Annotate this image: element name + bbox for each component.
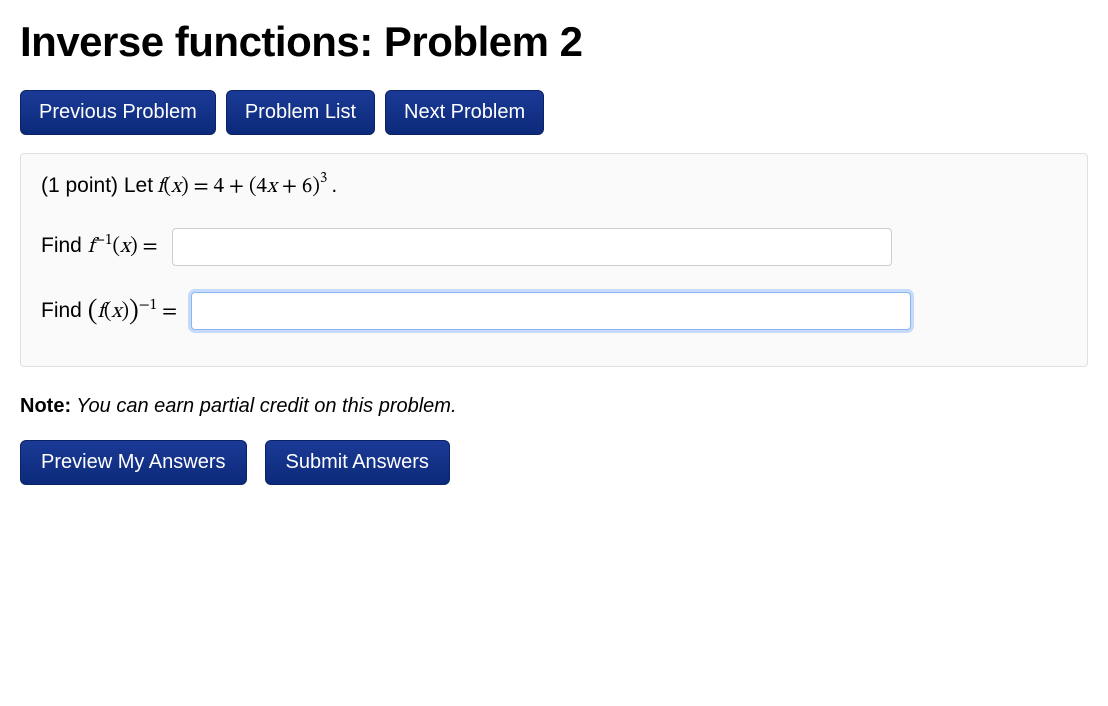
note-label: Note: xyxy=(20,395,71,417)
answer-row-1: Find f−1(x) = xyxy=(41,228,1067,266)
nav-buttons: Previous Problem Problem List Next Probl… xyxy=(20,90,1088,135)
next-problem-button[interactable]: Next Problem xyxy=(385,90,544,135)
page-title: Inverse functions: Problem 2 xyxy=(20,18,1088,66)
preview-answers-button[interactable]: Preview My Answers xyxy=(20,440,247,485)
points-text: (1 point) Let xyxy=(41,174,153,198)
answer-input-1[interactable] xyxy=(172,228,892,266)
answer2-label: Find (f(x))−1 = xyxy=(41,294,177,328)
answer1-label: Find f−1(x) = xyxy=(41,234,158,260)
statement-period: . xyxy=(331,174,337,198)
problem-list-button[interactable]: Problem List xyxy=(226,90,375,135)
previous-problem-button[interactable]: Previous Problem xyxy=(20,90,216,135)
action-buttons: Preview My Answers Submit Answers xyxy=(20,440,1088,485)
answer-row-2: Find (f(x))−1 = xyxy=(41,292,1067,330)
note: Note: You can earn partial credit on thi… xyxy=(20,395,1088,418)
problem-box: (1 point) Let f(x) = 4 + (4x + 6)3 . Fin… xyxy=(20,153,1088,367)
note-text: You can earn partial credit on this prob… xyxy=(71,395,456,417)
problem-statement: (1 point) Let f(x) = 4 + (4x + 6)3 . xyxy=(41,174,1067,200)
submit-answers-button[interactable]: Submit Answers xyxy=(265,440,450,485)
function-definition-math: f(x) = 4 + (4x + 6)3 xyxy=(157,174,327,200)
answer-input-2[interactable] xyxy=(191,292,911,330)
